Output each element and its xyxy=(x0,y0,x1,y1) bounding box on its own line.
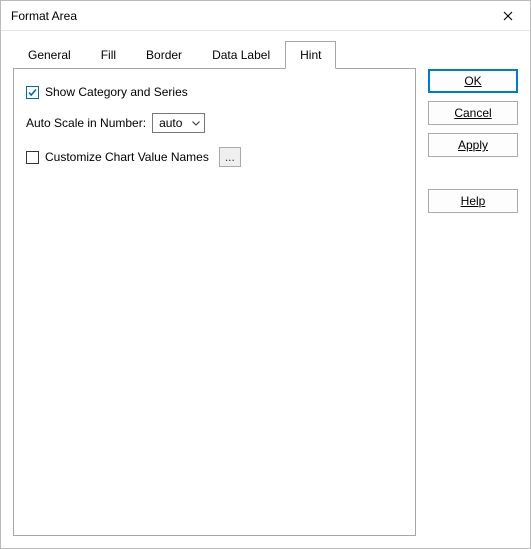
tab-strip-border xyxy=(13,68,416,69)
tab-strip: General Fill Border Data Label Hint xyxy=(13,41,416,69)
auto-scale-label: Auto Scale in Number: xyxy=(26,116,146,130)
close-icon xyxy=(503,11,513,21)
close-button[interactable] xyxy=(486,1,530,31)
tab-label: General xyxy=(28,48,71,62)
ok-button[interactable]: OK xyxy=(428,69,518,93)
button-label: Apply xyxy=(458,138,488,152)
tab-label: Border xyxy=(146,48,182,62)
help-button[interactable]: Help xyxy=(428,189,518,213)
apply-button[interactable]: Apply xyxy=(428,133,518,157)
customize-names-checkbox[interactable] xyxy=(26,151,39,164)
window-title: Format Area xyxy=(11,9,486,23)
customize-names-row: Customize Chart Value Names ... xyxy=(26,147,403,167)
tab-label: Data Label xyxy=(212,48,270,62)
customize-names-more-button[interactable]: ... xyxy=(219,147,241,167)
button-gap xyxy=(428,165,518,181)
cancel-button[interactable]: Cancel xyxy=(428,101,518,125)
chevron-down-icon xyxy=(188,114,204,132)
tab-general[interactable]: General xyxy=(13,41,86,69)
left-column: General Fill Border Data Label Hint Show… xyxy=(13,41,416,536)
button-label: Help xyxy=(461,194,486,208)
show-category-series-checkbox[interactable] xyxy=(26,86,39,99)
auto-scale-value: auto xyxy=(153,116,188,130)
show-category-series-label: Show Category and Series xyxy=(45,85,188,99)
auto-scale-select[interactable]: auto xyxy=(152,113,205,133)
tab-fill[interactable]: Fill xyxy=(86,41,131,69)
dialog-content: General Fill Border Data Label Hint Show… xyxy=(1,31,530,548)
tab-data-label[interactable]: Data Label xyxy=(197,41,285,69)
button-column: OK Cancel Apply Help xyxy=(428,41,518,536)
tab-label: Fill xyxy=(101,48,116,62)
tab-panel-hint: Show Category and Series Auto Scale in N… xyxy=(13,69,416,536)
tab-hint[interactable]: Hint xyxy=(285,41,336,69)
ellipsis-icon: ... xyxy=(225,150,235,164)
tab-label: Hint xyxy=(300,48,321,62)
check-icon xyxy=(27,87,38,98)
auto-scale-row: Auto Scale in Number: auto xyxy=(26,113,403,133)
button-label: OK xyxy=(464,74,481,88)
customize-names-label: Customize Chart Value Names xyxy=(45,150,209,164)
show-category-series-row: Show Category and Series xyxy=(26,85,403,99)
button-label: Cancel xyxy=(454,106,491,120)
tab-border[interactable]: Border xyxy=(131,41,197,69)
title-bar: Format Area xyxy=(1,1,530,31)
